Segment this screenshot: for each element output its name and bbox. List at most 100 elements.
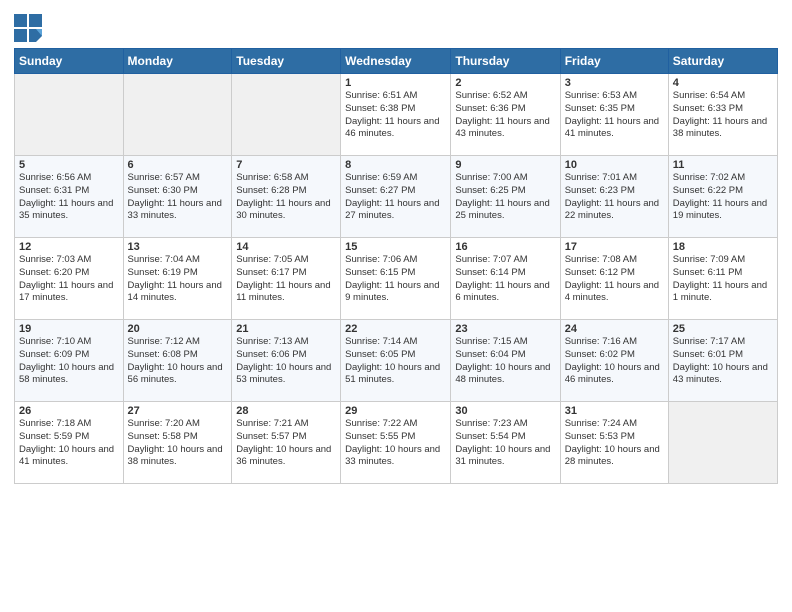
calendar-cell: 27Sunrise: 7:20 AMSunset: 5:58 PMDayligh… [123,402,232,484]
day-info: Daylight: 11 hours and 14 minutes. [128,280,228,306]
calendar-cell: 24Sunrise: 7:16 AMSunset: 6:02 PMDayligh… [560,320,668,402]
day-info: Daylight: 10 hours and 33 minutes. [345,444,446,470]
day-info: Sunrise: 7:04 AM [128,254,228,267]
day-info: Daylight: 11 hours and 9 minutes. [345,280,446,306]
day-info: Sunrise: 7:08 AM [565,254,664,267]
day-info: Sunset: 6:23 PM [565,185,664,198]
day-info: Sunrise: 7:24 AM [565,418,664,431]
day-info: Sunset: 6:01 PM [673,349,773,362]
day-info: Daylight: 11 hours and 4 minutes. [565,280,664,306]
day-number: 18 [673,241,773,253]
day-info: Daylight: 10 hours and 28 minutes. [565,444,664,470]
day-info: Sunset: 5:59 PM [19,431,119,444]
day-info: Sunset: 6:08 PM [128,349,228,362]
day-info: Sunset: 5:58 PM [128,431,228,444]
day-info: Sunrise: 7:17 AM [673,336,773,349]
calendar-cell: 14Sunrise: 7:05 AMSunset: 6:17 PMDayligh… [232,238,341,320]
weekday-header-monday: Monday [123,49,232,74]
day-info: Daylight: 11 hours and 33 minutes. [128,198,228,224]
day-number: 25 [673,323,773,335]
calendar-cell: 19Sunrise: 7:10 AMSunset: 6:09 PMDayligh… [15,320,124,402]
weekday-header-sunday: Sunday [15,49,124,74]
day-info: Sunset: 6:33 PM [673,103,773,116]
day-info: Daylight: 11 hours and 1 minute. [673,280,773,306]
weekday-header-thursday: Thursday [451,49,560,74]
day-info: Daylight: 11 hours and 41 minutes. [565,116,664,142]
day-info: Sunset: 6:25 PM [455,185,555,198]
day-info: Sunrise: 7:21 AM [236,418,336,431]
calendar-week-1: 1Sunrise: 6:51 AMSunset: 6:38 PMDaylight… [15,74,778,156]
day-info: Daylight: 11 hours and 30 minutes. [236,198,336,224]
page-container: SundayMondayTuesdayWednesdayThursdayFrid… [0,0,792,492]
day-info: Daylight: 11 hours and 25 minutes. [455,198,555,224]
day-info: Sunrise: 7:02 AM [673,172,773,185]
calendar-cell: 7Sunrise: 6:58 AMSunset: 6:28 PMDaylight… [232,156,341,238]
day-info: Sunrise: 6:56 AM [19,172,119,185]
day-info: Sunrise: 7:09 AM [673,254,773,267]
day-number: 12 [19,241,119,253]
day-number: 19 [19,323,119,335]
day-info: Daylight: 11 hours and 46 minutes. [345,116,446,142]
day-info: Sunrise: 7:18 AM [19,418,119,431]
day-info: Sunset: 6:09 PM [19,349,119,362]
day-info: Daylight: 10 hours and 53 minutes. [236,362,336,388]
day-number: 11 [673,159,773,171]
weekday-header-row: SundayMondayTuesdayWednesdayThursdayFrid… [15,49,778,74]
day-number: 9 [455,159,555,171]
calendar-cell: 6Sunrise: 6:57 AMSunset: 6:30 PMDaylight… [123,156,232,238]
day-number: 7 [236,159,336,171]
calendar-cell [668,402,777,484]
day-info: Sunset: 5:55 PM [345,431,446,444]
day-info: Sunset: 5:57 PM [236,431,336,444]
day-info: Sunrise: 7:01 AM [565,172,664,185]
day-info: Daylight: 10 hours and 48 minutes. [455,362,555,388]
day-number: 21 [236,323,336,335]
calendar-week-4: 19Sunrise: 7:10 AMSunset: 6:09 PMDayligh… [15,320,778,402]
day-info: Sunset: 6:27 PM [345,185,446,198]
day-number: 3 [565,77,664,89]
calendar-cell: 3Sunrise: 6:53 AMSunset: 6:35 PMDaylight… [560,74,668,156]
calendar-cell: 11Sunrise: 7:02 AMSunset: 6:22 PMDayligh… [668,156,777,238]
calendar-cell [232,74,341,156]
day-info: Sunrise: 6:52 AM [455,90,555,103]
day-info: Sunset: 6:02 PM [565,349,664,362]
day-info: Sunrise: 7:03 AM [19,254,119,267]
weekday-header-saturday: Saturday [668,49,777,74]
day-info: Sunrise: 7:23 AM [455,418,555,431]
calendar-week-5: 26Sunrise: 7:18 AMSunset: 5:59 PMDayligh… [15,402,778,484]
day-number: 30 [455,405,555,417]
day-info: Sunset: 6:05 PM [345,349,446,362]
day-number: 15 [345,241,446,253]
calendar-cell: 8Sunrise: 6:59 AMSunset: 6:27 PMDaylight… [341,156,451,238]
day-number: 2 [455,77,555,89]
day-info: Sunset: 6:22 PM [673,185,773,198]
day-info: Daylight: 11 hours and 35 minutes. [19,198,119,224]
calendar-cell: 5Sunrise: 6:56 AMSunset: 6:31 PMDaylight… [15,156,124,238]
day-info: Daylight: 10 hours and 31 minutes. [455,444,555,470]
day-info: Daylight: 11 hours and 6 minutes. [455,280,555,306]
day-info: Sunset: 6:04 PM [455,349,555,362]
day-info: Sunset: 6:20 PM [19,267,119,280]
day-info: Sunrise: 6:59 AM [345,172,446,185]
day-info: Sunset: 6:35 PM [565,103,664,116]
day-info: Sunset: 6:30 PM [128,185,228,198]
calendar-cell: 22Sunrise: 7:14 AMSunset: 6:05 PMDayligh… [341,320,451,402]
day-info: Daylight: 11 hours and 38 minutes. [673,116,773,142]
calendar-cell: 13Sunrise: 7:04 AMSunset: 6:19 PMDayligh… [123,238,232,320]
calendar-cell: 29Sunrise: 7:22 AMSunset: 5:55 PMDayligh… [341,402,451,484]
day-number: 24 [565,323,664,335]
calendar-cell: 10Sunrise: 7:01 AMSunset: 6:23 PMDayligh… [560,156,668,238]
day-number: 16 [455,241,555,253]
calendar-week-3: 12Sunrise: 7:03 AMSunset: 6:20 PM Dayligh… [15,238,778,320]
day-info: Sunset: 6:12 PM [565,267,664,280]
calendar-cell: 2Sunrise: 6:52 AMSunset: 6:36 PMDaylight… [451,74,560,156]
day-number: 13 [128,241,228,253]
day-info: Sunrise: 7:06 AM [345,254,446,267]
calendar-cell: 9Sunrise: 7:00 AMSunset: 6:25 PMDaylight… [451,156,560,238]
day-info: Daylight: 10 hours and 41 minutes. [19,444,119,470]
weekday-header-wednesday: Wednesday [341,49,451,74]
calendar-cell: 15Sunrise: 7:06 AMSunset: 6:15 PMDayligh… [341,238,451,320]
day-info: Sunset: 5:53 PM [565,431,664,444]
calendar-table: SundayMondayTuesdayWednesdayThursdayFrid… [14,48,778,484]
day-info: Daylight: 10 hours and 51 minutes. [345,362,446,388]
